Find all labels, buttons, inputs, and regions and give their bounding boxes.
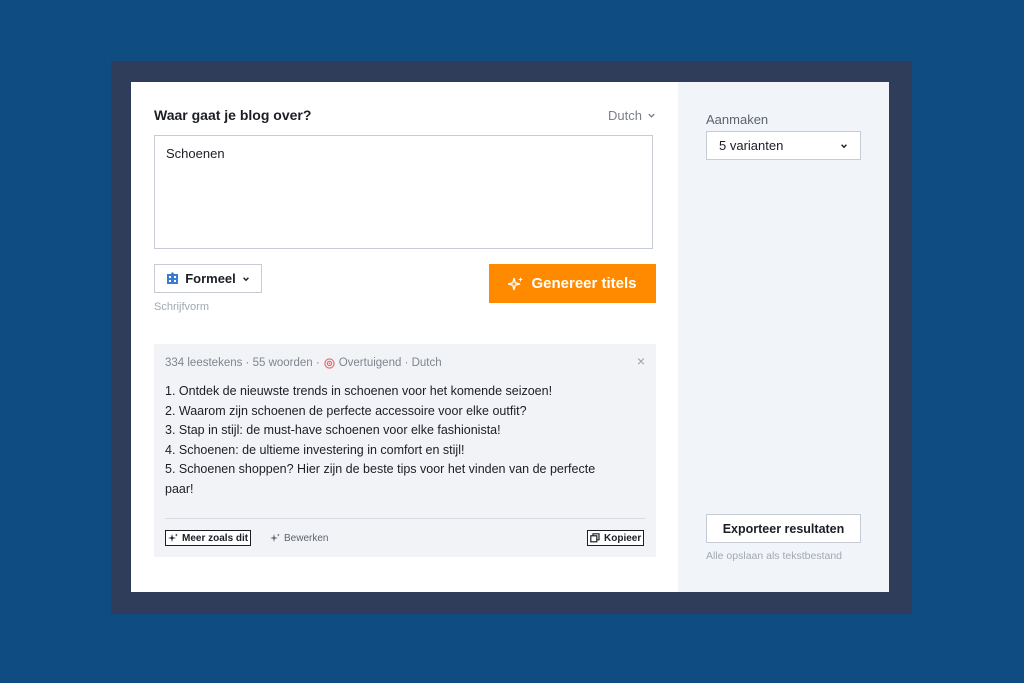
title-line: 5. Schoenen shoppen? Hier zijn de beste …: [165, 462, 596, 477]
sparkles-icon: [508, 276, 524, 290]
copy-label: Kopieer: [604, 532, 642, 544]
title-line: 3. Stap in stijl: de must-have schoenen …: [165, 423, 501, 438]
main-panel: Waar gaat je blog over? Dutch Schoenen F…: [131, 82, 678, 592]
chevron-down-icon: [841, 143, 847, 148]
result-card: 334 leestekens · 55 woorden · Overtuigen…: [154, 344, 656, 557]
chevron-down-icon: [648, 113, 655, 118]
title-line: 2. Waarom zijn schoenen de perfecte acce…: [165, 403, 527, 418]
variants-value: 5 varianten: [719, 138, 784, 153]
more-like-this-button[interactable]: Meer zoals dit: [165, 530, 252, 546]
tone-caption: Schrijfvorm: [154, 301, 210, 313]
copy-button[interactable]: Kopieer: [587, 530, 645, 546]
topic-input[interactable]: Schoenen: [154, 135, 653, 249]
result-titles: 1. Ontdek de nieuwste trends in schoenen…: [165, 382, 635, 500]
result-divider: [165, 518, 645, 519]
more-like-this-label: Meer zoals dit: [182, 532, 249, 544]
close-icon[interactable]: ×: [637, 353, 645, 369]
result-stats: 334 leestekens · 55 woorden ·: [165, 357, 320, 369]
title-line: paar!: [165, 481, 194, 496]
generate-label: Genereer titels: [531, 275, 637, 292]
target-icon: [324, 357, 335, 369]
result-meta: 334 leestekens · 55 woorden · Overtuigen…: [165, 357, 442, 369]
export-results-button[interactable]: Exporteer resultaten: [706, 514, 861, 543]
tone-select[interactable]: Formeel: [154, 264, 262, 293]
result-tone: Overtuigend · Dutch: [338, 357, 442, 369]
edit-button[interactable]: Bewerken: [270, 530, 328, 546]
variants-select[interactable]: 5 varianten: [706, 131, 861, 160]
edit-label: Bewerken: [284, 532, 329, 544]
export-caption: Alle opslaan als tekstbestand: [706, 550, 843, 562]
generate-titles-button[interactable]: Genereer titels: [489, 264, 656, 303]
chevron-down-icon: [242, 276, 249, 281]
sparkles-icon: [168, 533, 178, 542]
title-line: 1. Ontdek de nieuwste trends in schoenen…: [165, 384, 553, 398]
language-value: Dutch: [608, 108, 642, 123]
tone-value: Formeel: [185, 271, 236, 286]
copy-icon: [590, 533, 600, 543]
title-line: 4. Schoenen: de ultieme investering in c…: [165, 442, 465, 457]
building-icon: [167, 272, 179, 284]
prompt-label: Waar gaat je blog over?: [154, 107, 312, 123]
sparkles-icon: [270, 533, 280, 542]
title-generator-card: Waar gaat je blog over? Dutch Schoenen F…: [131, 82, 889, 592]
create-label: Aanmaken: [706, 112, 769, 127]
language-select[interactable]: Dutch: [608, 108, 656, 123]
settings-sidebar: Aanmaken 5 varianten Exporteer resultate…: [678, 82, 889, 592]
